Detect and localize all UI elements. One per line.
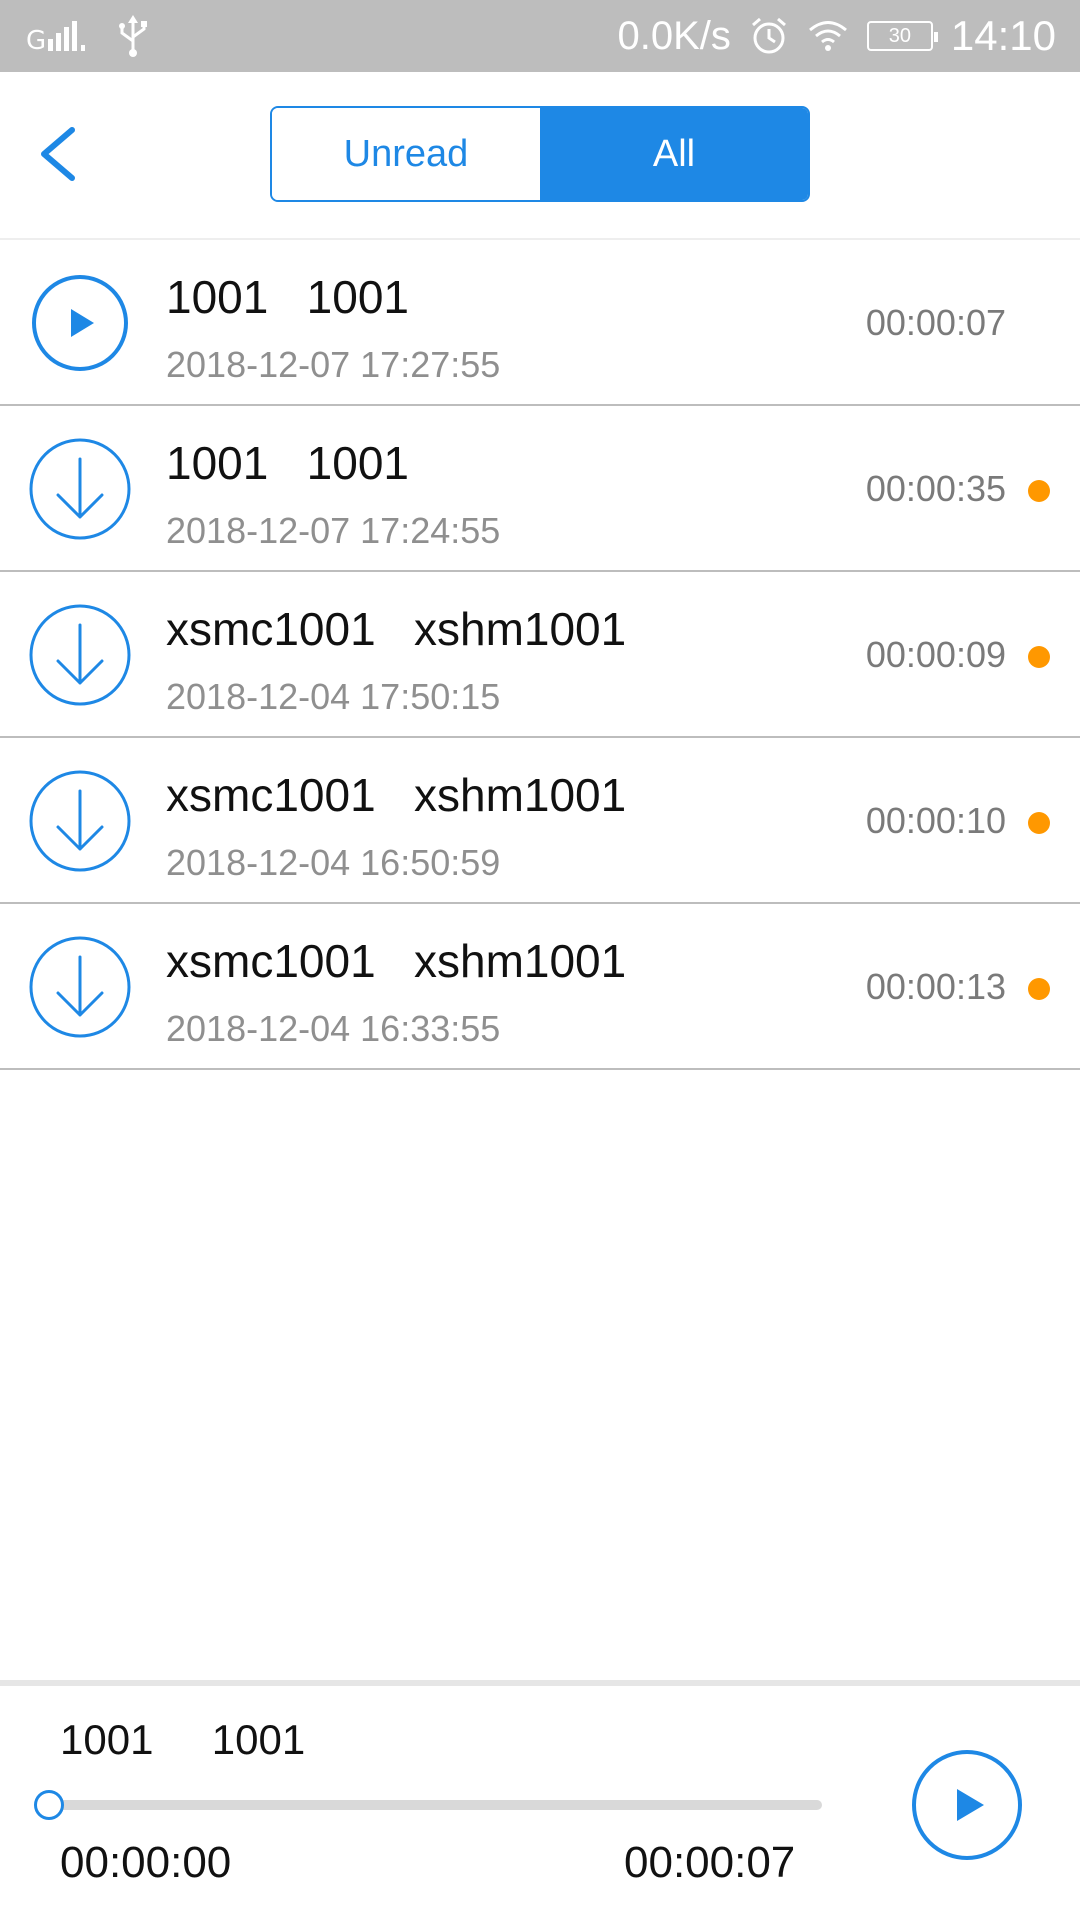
alarm-icon: [751, 17, 786, 54]
current-time: 00:00:00: [60, 1838, 232, 1887]
download-icon[interactable]: [28, 935, 132, 1039]
download-icon[interactable]: [28, 769, 132, 873]
total-time: 00:00:07: [624, 1838, 796, 1887]
tab-unread[interactable]: Unread: [272, 108, 540, 200]
recording-date: 2018-12-07 17:24:55: [166, 510, 501, 551]
status-bar-right: 0.0K/s 30 14:10: [617, 12, 1056, 59]
status-bar-left: G: [26, 15, 150, 57]
recording-date: 2018-12-04 17:50:15: [166, 676, 501, 717]
svg-text:G: G: [26, 26, 46, 53]
list-item[interactable]: xsmc1001 xshm1001 2018-12-04 17:50:15 00…: [0, 572, 1080, 738]
usb-icon: [119, 15, 147, 57]
chevron-left-icon[interactable]: [34, 122, 84, 186]
recording-date: 2018-12-04 16:50:59: [166, 842, 501, 883]
signal-icon: G: [26, 21, 85, 53]
progress-thumb[interactable]: [34, 1790, 64, 1820]
recording-duration: 00:00:10: [865, 800, 1006, 841]
list-item[interactable]: 1001 1001 2018-12-07 17:27:55 00:00:07: [0, 240, 1080, 406]
download-icon[interactable]: [28, 437, 132, 541]
clock: 14:10: [950, 12, 1056, 59]
list-item[interactable]: 1001 1001 2018-12-07 17:24:55 00:00:35: [0, 406, 1080, 572]
recordings-list: 1001 1001 2018-12-07 17:27:55 00:00:07 1…: [0, 240, 1080, 1070]
recording-duration: 00:00:35: [865, 468, 1006, 509]
recording-date: 2018-12-07 17:27:55: [166, 344, 501, 385]
audio-player: 1001 1001 00:00:00 00:00:07: [0, 1680, 1080, 1920]
progress-track[interactable]: [48, 1800, 822, 1810]
player-title: 1001 1001: [60, 1716, 306, 1763]
unread-dot: [1028, 978, 1050, 1000]
recording-title: 1001 1001: [166, 271, 410, 323]
unread-dot: [1028, 646, 1050, 668]
list-item[interactable]: xsmc1001 xshm1001 2018-12-04 16:50:59 00…: [0, 738, 1080, 904]
list-item[interactable]: xsmc1001 xshm1001 2018-12-04 16:33:55 00…: [0, 904, 1080, 1070]
recording-title: 1001 1001: [166, 437, 410, 489]
unread-dot: [1028, 480, 1050, 502]
battery-indicator: 30: [866, 21, 938, 51]
wifi-icon: [808, 21, 847, 51]
play-icon[interactable]: [28, 271, 132, 375]
recording-title: xsmc1001 xshm1001: [166, 769, 627, 821]
filter-segmented-control: Unread All: [270, 106, 810, 202]
recording-duration: 00:00:07: [865, 302, 1006, 343]
download-icon[interactable]: [28, 603, 132, 707]
play-icon[interactable]: [910, 1748, 1024, 1862]
status-bar: G 0.0K/s 30 14:10: [0, 0, 1080, 72]
header: Unread All: [0, 72, 1080, 240]
recording-date: 2018-12-04 16:33:55: [166, 1008, 501, 1049]
tab-all[interactable]: All: [540, 108, 808, 200]
recording-title: xsmc1001 xshm1001: [166, 603, 627, 655]
recording-duration: 00:00:09: [865, 634, 1006, 675]
recording-duration: 00:00:13: [865, 966, 1006, 1007]
network-speed: 0.0K/s: [617, 13, 731, 58]
unread-dot: [1028, 812, 1050, 834]
recording-title: xsmc1001 xshm1001: [166, 935, 627, 987]
